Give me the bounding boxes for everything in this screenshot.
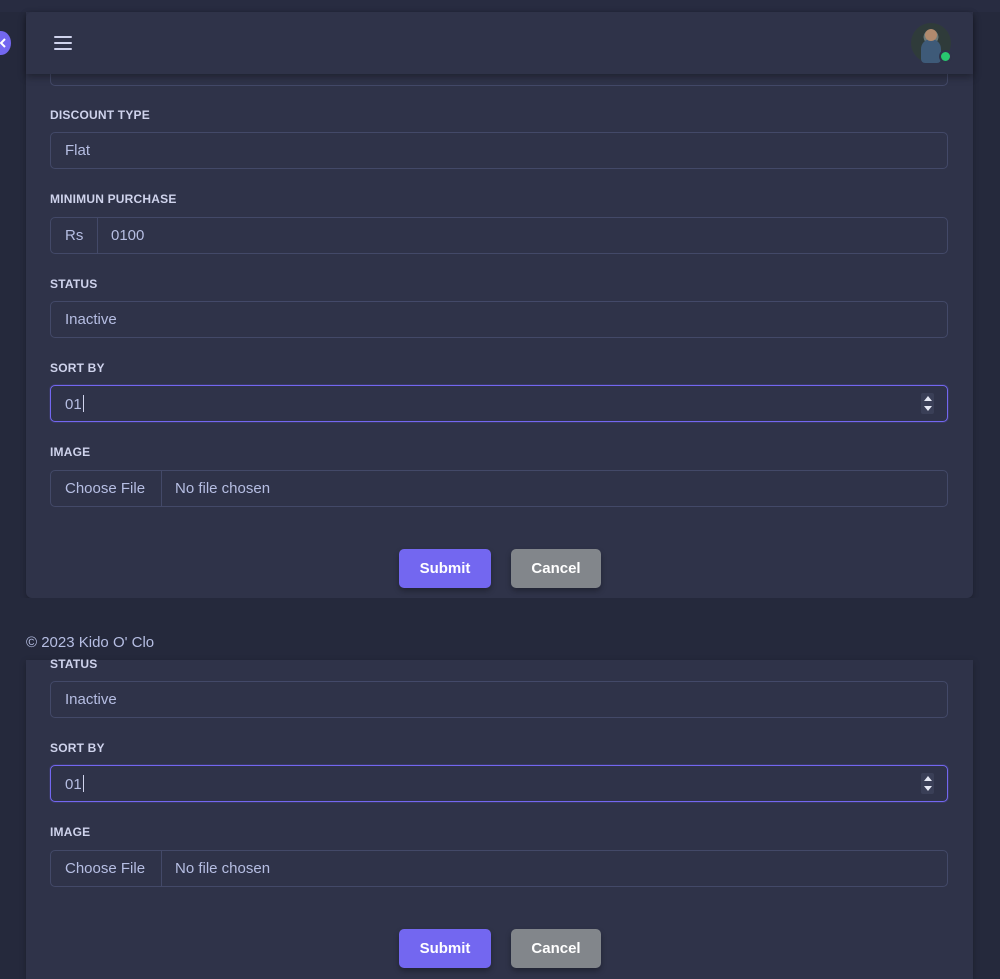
partial-input-field[interactable]	[50, 74, 948, 86]
sort-by-input[interactable]: 01	[50, 385, 948, 422]
cancel-button[interactable]: Cancel	[511, 549, 601, 588]
currency-prefix: Rs	[51, 218, 98, 253]
number-spinner-icon[interactable]	[921, 773, 934, 794]
sort-by-input[interactable]: 01	[50, 765, 948, 802]
chevron-left-icon	[0, 38, 6, 48]
image-label: IMAGE	[50, 825, 91, 839]
choose-file-button[interactable]: Choose File	[51, 851, 162, 886]
menu-icon[interactable]	[54, 36, 72, 50]
sort-by-label: SORT BY	[50, 361, 105, 375]
user-avatar[interactable]	[911, 23, 952, 63]
image-label: IMAGE	[50, 445, 91, 459]
status-label: STATUS	[50, 277, 98, 291]
submit-button[interactable]: Submit	[399, 549, 491, 588]
top-strip	[0, 0, 1000, 12]
sort-by-label: SORT BY	[50, 741, 105, 755]
status-label: STATUS	[50, 657, 98, 671]
sidebar-collapse-button[interactable]	[0, 31, 11, 55]
image-file-input[interactable]: Choose File No file chosen	[50, 470, 948, 507]
choose-file-button[interactable]: Choose File	[51, 471, 162, 506]
top-navbar	[26, 12, 973, 74]
status-select[interactable]: Inactive	[50, 301, 948, 338]
number-spinner-icon[interactable]	[921, 393, 934, 414]
cancel-button[interactable]: Cancel	[511, 929, 601, 968]
status-select[interactable]: Inactive	[50, 681, 948, 718]
minimum-purchase-label: MINIMUN PURCHASE	[50, 192, 177, 206]
minimum-purchase-input[interactable]: Rs 0100	[50, 217, 948, 254]
online-status-dot	[939, 50, 952, 63]
submit-button[interactable]: Submit	[399, 929, 491, 968]
footer-copyright: © 2023 Kido O' Clo	[26, 634, 155, 651]
discount-type-label: DISCOUNT TYPE	[50, 108, 150, 122]
discount-type-select[interactable]: Flat	[50, 132, 948, 169]
image-file-input[interactable]: Choose File No file chosen	[50, 850, 948, 887]
